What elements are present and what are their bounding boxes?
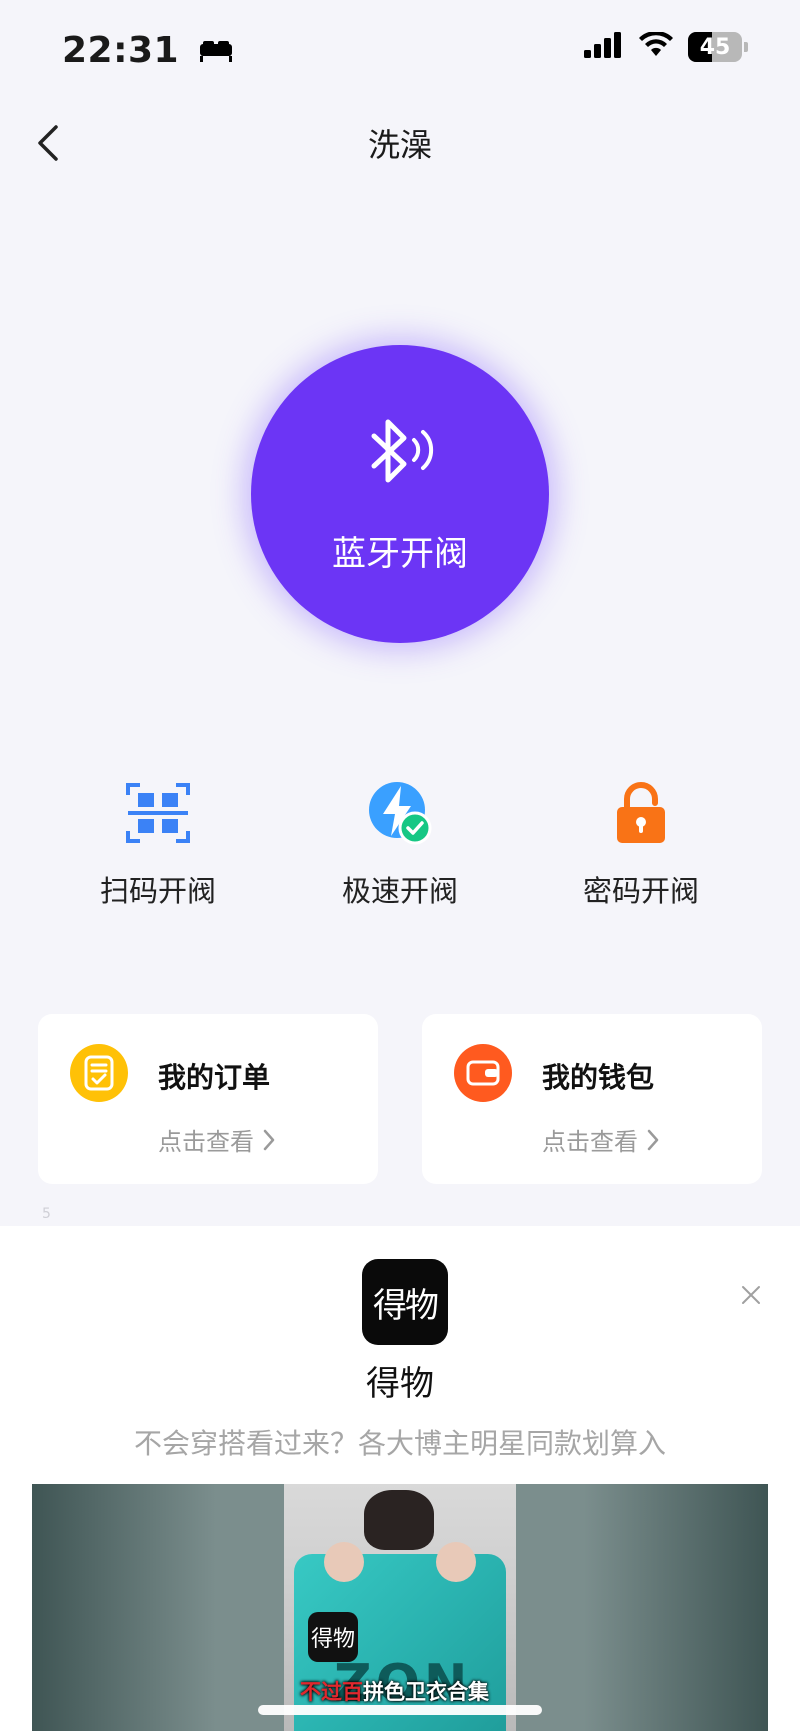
my-wallet-link[interactable]: 点击查看 xyxy=(542,1122,660,1157)
bluetooth-signal-icon xyxy=(371,419,434,482)
fast-open-option[interactable]: 极速开阀 xyxy=(300,778,500,910)
wifi-icon xyxy=(638,30,674,62)
password-open-label: 密码开阀 xyxy=(582,874,699,908)
ad-video[interactable]: ZON 得物 不过百拼色卫衣合集 xyxy=(32,1484,768,1731)
status-icons: 45 xyxy=(584,30,748,62)
ad-app-name[interactable]: 得物 xyxy=(0,1356,800,1405)
my-wallet-card[interactable]: 我的钱包 点击查看 xyxy=(422,1014,762,1184)
ad-app-logo[interactable]: 得物 xyxy=(362,1259,448,1345)
bluetooth-open-button[interactable]: 蓝牙开阀 xyxy=(251,345,549,643)
my-orders-title: 我的订单 xyxy=(158,1061,271,1094)
chevron-right-icon xyxy=(647,1129,659,1150)
video-caption-highlight: 不过百 xyxy=(300,1680,363,1704)
bluetooth-open-label: 蓝牙开阀 xyxy=(332,533,468,574)
ad-index-number: 5 xyxy=(42,1206,51,1222)
page-title: 洗澡 xyxy=(367,126,432,164)
scan-open-label: 扫码开阀 xyxy=(99,874,216,908)
ad-description[interactable]: 不会穿搭看过来？各大博主明星同款划算入 xyxy=(0,1422,800,1462)
video-watermark-logo: 得物 xyxy=(308,1612,358,1662)
home-indicator[interactable] xyxy=(258,1705,542,1715)
wallet-icon xyxy=(454,1044,512,1102)
battery-icon: 45 xyxy=(688,32,742,62)
video-caption: 不过百拼色卫衣合集 xyxy=(300,1676,489,1706)
close-icon xyxy=(742,1286,760,1304)
scan-open-option[interactable]: 扫码开阀 xyxy=(58,778,258,910)
lightning-check-icon xyxy=(365,778,435,848)
qr-scan-icon xyxy=(123,778,193,848)
password-open-option[interactable]: 密码开阀 xyxy=(541,778,741,910)
my-orders-card[interactable]: 我的订单 点击查看 xyxy=(38,1014,378,1184)
video-caption-rest: 拼色卫衣合集 xyxy=(363,1680,489,1704)
fast-open-label: 极速开阀 xyxy=(341,874,458,908)
ad-close-button[interactable] xyxy=(736,1280,766,1310)
order-icon xyxy=(70,1044,128,1102)
my-orders-link[interactable]: 点击查看 xyxy=(158,1122,276,1157)
chevron-right-icon xyxy=(263,1129,275,1150)
bed-icon xyxy=(198,32,234,73)
my-wallet-title: 我的钱包 xyxy=(542,1061,655,1094)
status-time-text: 22:31 xyxy=(62,30,180,71)
signal-icon xyxy=(584,32,624,62)
lock-icon xyxy=(606,778,676,848)
my-orders-link-text: 点击查看 xyxy=(158,1128,254,1156)
my-wallet-link-text: 点击查看 xyxy=(542,1128,638,1156)
status-time: 22:31 xyxy=(62,30,234,73)
battery-level: 45 xyxy=(699,34,731,60)
ad-video-frame: ZON 得物 不过百拼色卫衣合集 xyxy=(284,1484,516,1731)
